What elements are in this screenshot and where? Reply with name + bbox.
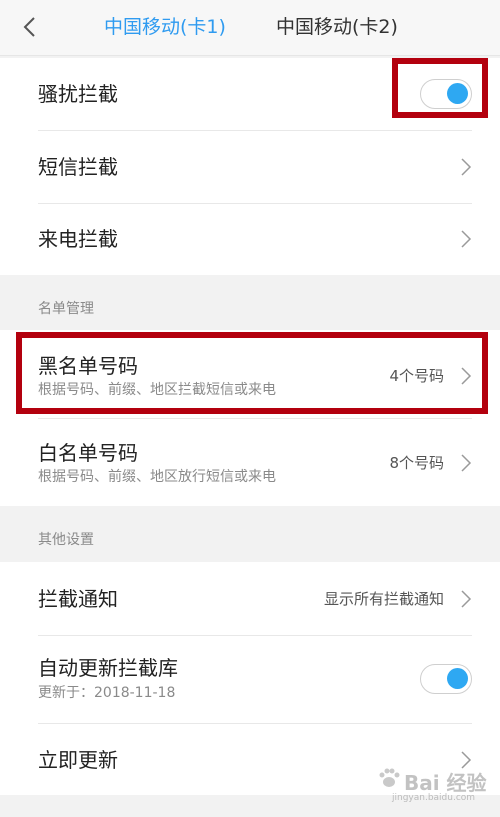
whitelist-description: 根据号码、前缀、地区放行短信或来电	[38, 469, 276, 485]
watermark-text: Bai 经验	[404, 771, 487, 795]
chevron-right-icon	[461, 158, 472, 176]
paw-logo-icon	[379, 768, 400, 787]
auto-update-label: 自动更新拦截库	[38, 656, 178, 680]
auto-update-date: 更新于：2018-11-18	[38, 685, 176, 701]
intercept-notification-value: 显示所有拦截通知	[323, 590, 444, 608]
chevron-right-icon	[461, 590, 472, 608]
intercept-notification-row[interactable]: 拦截通知 显示所有拦截通知	[0, 562, 500, 635]
chevron-left-icon	[23, 17, 35, 37]
whitelist-count: 8个号码	[389, 454, 444, 472]
call-intercept-row[interactable]: 来电拦截	[0, 204, 500, 275]
sms-intercept-label: 短信拦截	[38, 155, 118, 179]
highlight-box-blacklist	[16, 332, 488, 414]
whitelist-label: 白名单号码	[38, 441, 138, 465]
intercept-notification-label: 拦截通知	[38, 587, 118, 611]
chevron-right-icon	[461, 454, 472, 472]
toggle-knob	[447, 668, 468, 689]
back-button[interactable]	[14, 12, 44, 42]
baidu-watermark: Bai 经验 jingyan.baidu.com	[374, 759, 494, 809]
harass-intercept-label: 骚扰拦截	[38, 82, 118, 106]
whitelist-row[interactable]: 白名单号码 根据号码、前缀、地区放行短信或来电 8个号码	[0, 419, 500, 506]
other-settings-section-title: 其他设置	[38, 532, 94, 548]
highlight-box-toggle	[392, 58, 488, 118]
auto-update-toggle[interactable]	[420, 664, 472, 694]
chevron-right-icon	[461, 230, 472, 248]
sms-intercept-row[interactable]: 短信拦截	[0, 131, 500, 203]
list-management-section-title: 名单管理	[38, 301, 94, 317]
watermark-url: jingyan.baidu.com	[392, 793, 476, 803]
tab-sim2[interactable]: 中国移动(卡2)	[276, 14, 398, 40]
auto-update-row[interactable]: 自动更新拦截库 更新于：2018-11-18	[0, 636, 500, 723]
tab-sim1[interactable]: 中国移动(卡1)	[104, 14, 226, 40]
call-intercept-label: 来电拦截	[38, 227, 118, 251]
update-now-label: 立即更新	[38, 748, 118, 772]
top-tab-bar: 中国移动(卡1) 中国移动(卡2)	[0, 0, 500, 56]
